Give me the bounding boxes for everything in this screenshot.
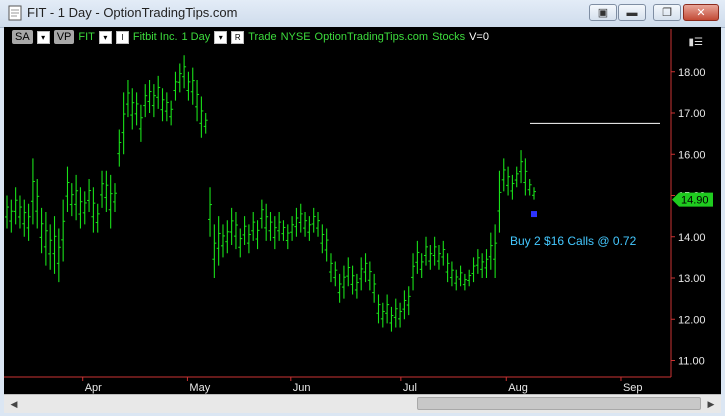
scroll-right-icon[interactable]: ▶: [703, 397, 719, 411]
buy-marker: [531, 211, 537, 218]
y-tick-label: 16.00: [678, 149, 706, 161]
window-title: FIT - 1 Day - OptionTradingTips.com: [27, 5, 238, 20]
y-tick-label: 14.00: [678, 232, 706, 244]
y-tick-label: 12.00: [678, 314, 706, 326]
y-tick-label: 18.00: [678, 67, 706, 79]
document-icon: [8, 5, 22, 21]
scroll-left-icon[interactable]: ◀: [6, 397, 22, 411]
x-tick-label: Sep: [623, 382, 643, 394]
chart-area[interactable]: SA ▾ VP FIT ▾ I Fitbit Inc. 1 Day ▾ R Tr…: [4, 27, 721, 394]
x-tick-label: May: [189, 382, 210, 394]
price-chart: 11.0012.0013.0014.0015.0016.0017.0018.00…: [4, 29, 713, 394]
restore-icon: ❐: [662, 7, 672, 19]
close-icon: ✕: [696, 7, 706, 19]
pin-icon: ▣: [597, 7, 609, 19]
restore-button[interactable]: ❐: [653, 4, 681, 21]
annotation-text: Buy 2 $16 Calls @ 0.72: [510, 234, 637, 248]
minimize-icon: ▬: [626, 6, 638, 19]
last-price-label: 14.90: [681, 195, 709, 207]
y-tick-label: 13.00: [678, 273, 706, 285]
y-tick-label: 11.00: [678, 356, 705, 368]
x-tick-label: Apr: [85, 382, 102, 394]
minimize-button[interactable]: ▬: [618, 4, 646, 21]
title-bar[interactable]: FIT - 1 Day - OptionTradingTips.com ▣ ▬ …: [0, 0, 725, 28]
pin-button[interactable]: ▣: [589, 4, 617, 21]
chart-window: FIT - 1 Day - OptionTradingTips.com ▣ ▬ …: [0, 0, 725, 416]
y-tick-label: 17.00: [678, 108, 706, 120]
x-tick-label: Jul: [403, 382, 417, 394]
x-tick-label: Jun: [293, 382, 311, 394]
close-button[interactable]: ✕: [683, 4, 719, 21]
scroll-thumb[interactable]: [417, 397, 701, 410]
horizontal-scrollbar[interactable]: ◀ ▶: [4, 394, 721, 413]
x-tick-label: Aug: [508, 382, 528, 394]
